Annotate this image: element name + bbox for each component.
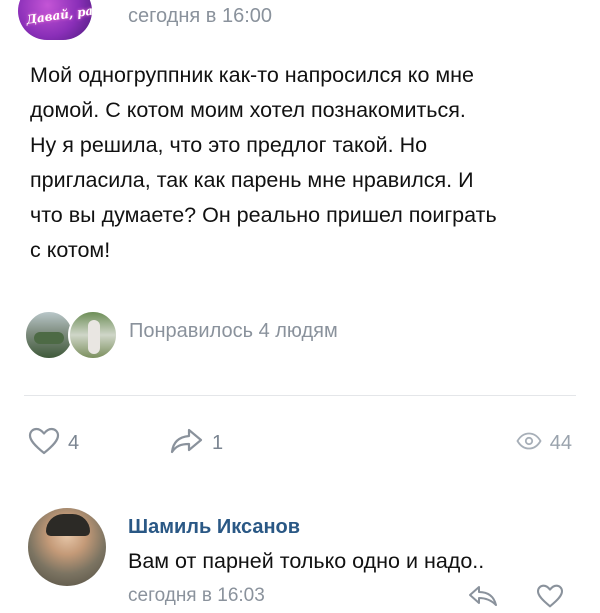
comment-time[interactable]: сегодня в 16:03 — [128, 585, 265, 607]
like-count: 4 — [68, 431, 80, 454]
likes-count-text[interactable]: Понравилось 4 людям — [129, 320, 338, 343]
heart-icon — [28, 427, 60, 460]
comment-author-name[interactable]: Шамиль Иксанов — [128, 516, 300, 539]
post-text: Мой одногруппник как-то напросился ко мн… — [30, 63, 497, 262]
share-count: 1 — [212, 431, 224, 454]
group-logo-text: Давай, расскажи — [25, 0, 92, 27]
post-time[interactable]: сегодня в 16:00 — [128, 5, 272, 28]
views-count: 44 — [549, 431, 572, 454]
divider — [24, 395, 576, 396]
group-avatar[interactable]: Давай, расскажи — [18, 0, 92, 40]
liker-avatar[interactable] — [24, 310, 74, 360]
comment-text: Вам от парней только одно и надо.. — [128, 549, 485, 573]
heart-icon[interactable] — [536, 584, 564, 613]
like-button[interactable]: 4 — [28, 427, 80, 460]
reply-arrow-icon[interactable] — [468, 584, 498, 613]
comment: Шамиль Иксанов Вам от парней только одно… — [0, 500, 600, 613]
share-arrow-icon — [170, 427, 204, 460]
eye-icon — [516, 432, 542, 455]
post-header: Давай, расскажи сегодня в 16:00 — [0, 0, 600, 46]
views-counter: 44 — [516, 428, 572, 458]
comment-author-avatar[interactable] — [28, 508, 106, 586]
share-button[interactable]: 1 — [170, 428, 223, 458]
liker-avatar[interactable] — [68, 310, 118, 360]
